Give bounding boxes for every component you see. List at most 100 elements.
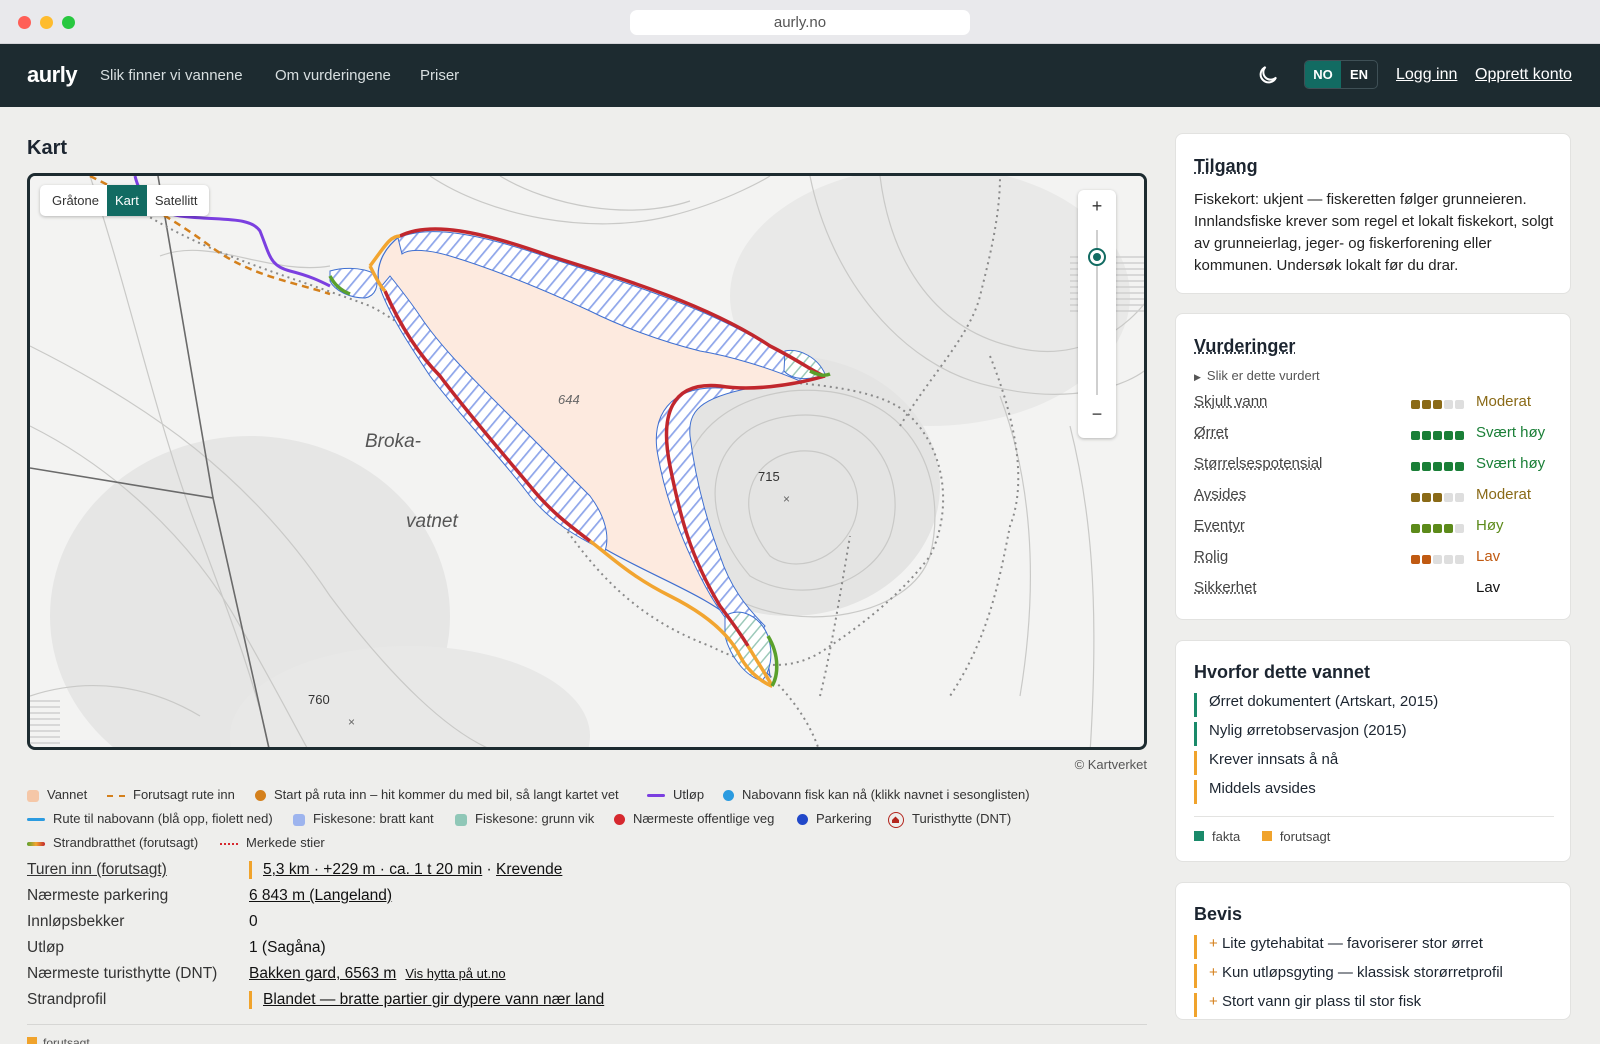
evidence-text: Lite gytehabitat — favoriserer stor ørre…	[1221, 935, 1483, 952]
rating-level-dots	[1411, 524, 1464, 533]
close-window-icon[interactable]	[18, 16, 31, 29]
dnt-hut-icon	[888, 811, 904, 828]
legend-item-parking: Parkering	[797, 807, 872, 831]
lang-no-button[interactable]: NO	[1305, 61, 1341, 88]
rating-row: Skjult vann Moderat	[1194, 393, 1554, 417]
rating-dot	[1411, 462, 1420, 471]
hut-external-link[interactable]: Vis hytta på ut.no	[405, 966, 505, 981]
fact-key-swatch	[1194, 831, 1204, 841]
fact-value: 1 (Sagåna)	[249, 939, 326, 956]
rating-dot	[1444, 524, 1453, 533]
rating-label[interactable]: Sikkerhet	[1194, 579, 1257, 596]
fact-label[interactable]: Turen inn (forutsagt)	[27, 861, 167, 879]
why-item: Middels avsides	[1194, 780, 1554, 804]
map-view[interactable]: 644 Broka- vatnet 715 × 760 × Gråtone Kar…	[27, 173, 1147, 750]
predicted-key-swatch	[1261, 831, 1272, 841]
rating-dot	[1444, 431, 1453, 440]
minimize-window-icon[interactable]	[40, 16, 53, 29]
fact-label: Utløp	[27, 939, 65, 956]
why-title: Hvorfor dette vannet	[1194, 662, 1371, 682]
legend-item-predicted-route: Forutsagt rute inn	[107, 783, 235, 807]
rating-dot	[1455, 493, 1464, 502]
fact-value[interactable]: 6 843 m (Langeland)	[249, 887, 392, 905]
map-style-grayscale[interactable]: Gråtone	[44, 185, 107, 216]
lake-elevation-label: 644	[558, 392, 580, 407]
plus-icon: +	[1209, 964, 1222, 981]
legend-swatch	[27, 789, 39, 802]
rating-value: Svært høy	[1476, 424, 1546, 441]
access-title[interactable]: Tilgang	[1194, 156, 1258, 177]
fact-label: Nærmeste parkering	[27, 887, 169, 904]
map-canvas[interactable]: 644 Broka- vatnet 715 × 760 ×	[30, 176, 1147, 750]
why-card: Hvorfor dette vannet Ørret dokumentert (…	[1175, 640, 1571, 862]
rating-level-dots	[1411, 462, 1464, 471]
nav-link-about-ratings[interactable]: Om vurderingene	[275, 67, 391, 84]
fact-row-shore: Strandprofil Blandet — bratte partier gi…	[27, 991, 1147, 1017]
lake-name-label-2: vatnet	[406, 511, 458, 532]
legend-item-shallow-bay: Fiskesone: grunn vik	[455, 807, 594, 831]
rating-row: Størrelsespotensial Svært høy	[1194, 455, 1554, 479]
login-link[interactable]: Logg inn	[1396, 66, 1457, 84]
zoom-in-button[interactable]: +	[1078, 196, 1116, 217]
rating-dot	[1433, 493, 1442, 502]
map-style-map[interactable]: Kart	[106, 185, 147, 216]
rating-row: Eventyr Høy	[1194, 517, 1554, 541]
language-switch: NO EN	[1304, 60, 1378, 89]
lang-en-button[interactable]: EN	[1341, 61, 1377, 88]
fact-label: Nærmeste turisthytte (DNT)	[27, 965, 218, 982]
address-bar[interactable]: aurly.no	[630, 10, 970, 35]
rating-dot	[1422, 555, 1431, 564]
plus-icon: +	[1209, 993, 1222, 1010]
rating-label[interactable]: Avsides	[1194, 486, 1246, 503]
rating-level-dots	[1411, 555, 1464, 564]
top-navbar: aurly Slik finner vi vannene Om vurderin…	[0, 44, 1600, 107]
rating-dot	[1455, 431, 1464, 440]
ratings-title[interactable]: Vurderinger	[1194, 336, 1295, 357]
nav-link-how-we-find[interactable]: Slik finner vi vannene	[100, 67, 243, 84]
zoom-slider-handle[interactable]	[1088, 248, 1106, 266]
legend-swatch	[27, 841, 45, 846]
fact-value[interactable]: Blandet — bratte partier gir dypere vann…	[249, 991, 604, 1009]
legend-item-neighbor-lakes: Nabovann fisk kan nå (klikk navnet i ses…	[723, 783, 1030, 807]
rating-dot	[1444, 555, 1453, 564]
rating-label[interactable]: Rolig	[1194, 548, 1228, 565]
rating-level-dots	[1411, 400, 1464, 409]
rating-value: Høy	[1476, 517, 1504, 534]
evidence-item: + Lite gytehabitat — favoriserer stor ør…	[1194, 935, 1554, 959]
maximize-window-icon[interactable]	[62, 16, 75, 29]
zoom-out-button[interactable]: −	[1078, 404, 1116, 425]
fact-row-route: Turen inn (forutsagt) 5,3 km · +229 m · …	[27, 861, 1147, 887]
signup-link[interactable]: Opprett konto	[1475, 66, 1572, 84]
access-card: Tilgang Fiskekort: ukjent — fiskeretten …	[1175, 133, 1571, 294]
rating-label[interactable]: Skjult vann	[1194, 393, 1267, 410]
rating-dot	[1411, 493, 1420, 502]
why-divider	[1194, 816, 1554, 817]
rating-value: Moderat	[1476, 393, 1532, 410]
rating-label[interactable]: Ørret	[1194, 424, 1228, 441]
rating-dot	[1411, 555, 1420, 564]
predicted-footnote: forutsagt	[27, 1036, 90, 1044]
map-style-satellite[interactable]: Satellitt	[147, 185, 206, 216]
rating-label[interactable]: Eventyr	[1194, 517, 1245, 534]
legend-item-public-road: Nærmeste offentlige veg	[614, 807, 774, 831]
nav-link-prices[interactable]: Priser	[420, 67, 459, 84]
fact-value: Bakken gard, 6563 m Vis hytta på ut.no	[249, 965, 506, 982]
rating-label[interactable]: Størrelsespotensial	[1194, 455, 1322, 472]
rating-dot	[1433, 400, 1442, 409]
rating-dot	[1422, 462, 1431, 471]
legend-item-steep-edge: Fiskesone: bratt kant	[293, 807, 434, 831]
summit-marker-icon: ×	[348, 715, 355, 729]
legend-swatch	[220, 842, 238, 845]
logo[interactable]: aurly	[27, 62, 78, 88]
dark-mode-moon-icon[interactable]	[1256, 63, 1280, 87]
rating-dot	[1444, 493, 1453, 502]
why-item: Ørret dokumentert (Artskart, 2015)	[1194, 693, 1554, 717]
rating-dot	[1455, 462, 1464, 471]
rating-row: Rolig Lav	[1194, 548, 1554, 572]
why-item: Krever innsats å nå	[1194, 751, 1554, 775]
how-rated-toggle[interactable]: ▶ Slik er dette vurdert	[1194, 368, 1320, 383]
divider	[27, 1024, 1147, 1025]
browser-chrome: aurly.no	[0, 0, 1600, 44]
lake-name-label-1: Broka-	[365, 431, 421, 452]
disclosure-triangle-icon: ▶	[1194, 372, 1201, 382]
